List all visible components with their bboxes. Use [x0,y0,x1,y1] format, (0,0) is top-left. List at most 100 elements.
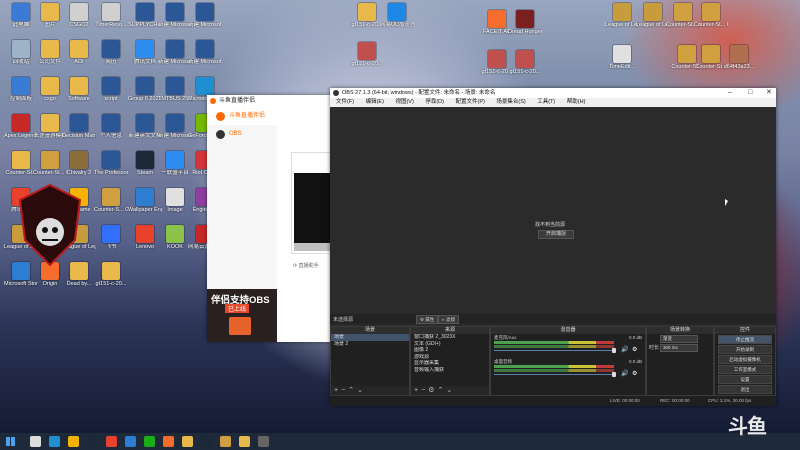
desktop-icon[interactable]: d64f43a23... [722,45,756,70]
desktop-icon[interactable]: KOOK [158,225,192,250]
desktop-icon[interactable]: 新建 Microsof... [158,40,192,65]
desktop-icon[interactable]: gt151-c-20... [94,262,128,287]
desktop-icon[interactable]: ADI [62,40,96,65]
volume-slider-handle[interactable] [612,348,616,353]
menu-tools[interactable]: 工具(T) [537,99,555,105]
desktop-icon[interactable]: SUPPLYCH... [128,3,162,28]
helper-link[interactable]: ⟳ 直播助手 [293,262,319,269]
taskbar-app-icon[interactable] [106,436,117,447]
desktop-icon[interactable]: 新建 Microsof... [188,3,222,28]
stop-streaming-button[interactable]: 停止推流 [718,335,772,344]
promo-banner[interactable]: 伴侣支持OBS 已上线 [207,289,277,342]
minimize-icon[interactable]: – [728,88,732,98]
gear-icon[interactable]: ⚙ [632,346,637,353]
start-capture-button[interactable]: 开启捕捉 [538,230,574,239]
desktop-icon[interactable]: Dread Hunger [508,10,542,35]
taskbar-app-icon[interactable] [258,436,269,447]
gear-icon[interactable]: ⚙ [428,387,434,394]
start-virtual-camera-button[interactable]: 启动虚拟摄像机 [718,355,772,364]
desktop-icon[interactable]: Counter-St... Global Off... [694,3,728,28]
desktop-icon[interactable]: Counter-S... Global Off... [94,188,128,213]
desktop-icon[interactable]: TimerReso... [94,3,128,28]
move-up-icon[interactable]: ⌃ [348,387,354,394]
remove-icon[interactable]: − [341,387,345,394]
taskbar-app-icon[interactable] [163,436,174,447]
move-down-icon[interactable]: ⌄ [446,387,452,394]
menu-docks[interactable]: 停靠(D) [425,99,444,105]
desktop-icon[interactable]: 飞书 [94,225,128,250]
add-icon[interactable]: + [414,387,418,394]
desktop-icon[interactable]: League of Legends [605,3,639,28]
desktop-icon[interactable]: Chivalry 2 [62,151,96,176]
speaker-icon[interactable]: 🔊 [621,370,628,377]
studio-mode-button[interactable]: 工作室模式 [718,365,772,374]
menu-view[interactable]: 视图(V) [395,99,413,105]
desktop-icon[interactable]: Wallpaper Engine: ... [128,188,162,213]
taskbar-app-icon[interactable] [182,436,193,447]
desktop-icon[interactable]: 简历 [94,40,128,65]
move-up-icon[interactable]: ⌃ [437,387,443,394]
desktop-icon[interactable]: script [94,77,128,102]
start-recording-button[interactable]: 开始录制 [718,345,772,354]
menu-profile[interactable]: 配置文件(P) [455,99,484,105]
desktop-icon[interactable]: 新建 Microsof... [188,40,222,65]
taskbar-app-icon[interactable] [144,436,155,447]
transition-type-select[interactable]: 渐变 [660,335,698,343]
nav-obs[interactable]: OBS [207,125,277,143]
desktop-icon[interactable]: gt151-c-20... [508,50,542,75]
close-icon[interactable]: ✕ [766,88,772,98]
volume-slider[interactable] [494,350,614,351]
taskbar-app-icon[interactable] [30,436,41,447]
properties-button[interactable]: ⚙ 属性 [416,315,439,324]
settings-button[interactable]: 设置 [718,375,772,384]
menu-edit[interactable]: 编辑(E) [366,99,384,105]
move-down-icon[interactable]: ⌄ [357,387,363,394]
gear-icon[interactable]: ⚙ [632,370,637,377]
desktop-icon[interactable]: TMTBUS 2501 22... [158,77,192,102]
desktop-icon[interactable]: 腾讯文档 [128,40,162,65]
volume-slider[interactable] [494,374,614,375]
taskbar-app-icon[interactable] [239,436,250,447]
desktop-icon[interactable]: The Professor... [94,151,128,176]
desktop-icon[interactable]: 新建英文文档 [128,114,162,139]
windows-start-icon[interactable] [6,437,15,446]
add-icon[interactable]: + [334,387,338,394]
remove-icon[interactable]: − [421,387,425,394]
scene-item[interactable]: 场景 2 [331,341,409,348]
filters-button[interactable]: ◐ 滤镜 [438,315,459,324]
obs-preview-canvas[interactable]: 找不到当前源 开启捕捉 [330,107,776,318]
desktop-icon[interactable]: 个人信息 [94,114,128,139]
taskbar-app-icon[interactable] [201,436,212,447]
taskbar-app-icon[interactable] [68,436,79,447]
desktop-icon[interactable]: gt151-c-20... [350,42,384,67]
menu-scene-collection[interactable]: 场景集合(S) [496,99,525,105]
desktop-icon[interactable]: Software [62,77,96,102]
desktop-icon[interactable]: Lenovo [128,225,162,250]
source-item[interactable]: 音频输入捕获 [411,367,489,374]
menu-help[interactable]: 帮助(H) [567,99,586,105]
duration-input[interactable]: 300 ms [660,344,698,352]
desktop-icon[interactable]: 一联盟平台 [158,151,192,176]
obs-window[interactable]: OBS 27.1.3 (64-bit, windows) - 配置文件: 未命名… [330,88,776,406]
desktop-icon[interactable]: CSGO2 [62,3,96,28]
desktop-icon[interactable]: 网易UU加速器 [380,3,414,28]
desktop-icon[interactable]: Group 6 2021-22 R... [128,77,162,102]
desktop-icon[interactable]: Steam [128,151,162,176]
desktop-icon[interactable]: TimeEdit... [605,45,639,70]
maximize-icon[interactable]: □ [748,88,752,98]
douyu-companion-window[interactable]: 斗鱼直播伴侣 斗鱼直播伴侣 OBS ⟳ 直播助手 伴侣支持OBS 已上线 [207,95,333,342]
taskbar-app-icon[interactable] [49,436,60,447]
taskbar-app-icon[interactable] [87,436,98,447]
speaker-icon[interactable]: 🔊 [621,346,628,353]
desktop-icon[interactable]: Image [158,188,192,213]
nav-douyu-companion[interactable]: 斗鱼直播伴侣 [207,107,277,125]
desktop-icon[interactable]: 新建 Microsof... [158,3,192,28]
desktop-icon[interactable]: gt151-c-20... [350,3,384,28]
desktop-icon[interactable]: 新建 Microsof... [158,114,192,139]
taskbar-app-icon[interactable] [125,436,136,447]
exit-button[interactable]: 退出 [718,385,772,394]
volume-slider-handle[interactable] [612,372,616,377]
desktop-icon[interactable]: League of Legends [636,3,670,28]
taskbar-app-icon[interactable] [220,436,231,447]
menu-file[interactable]: 文件(F) [336,99,354,105]
